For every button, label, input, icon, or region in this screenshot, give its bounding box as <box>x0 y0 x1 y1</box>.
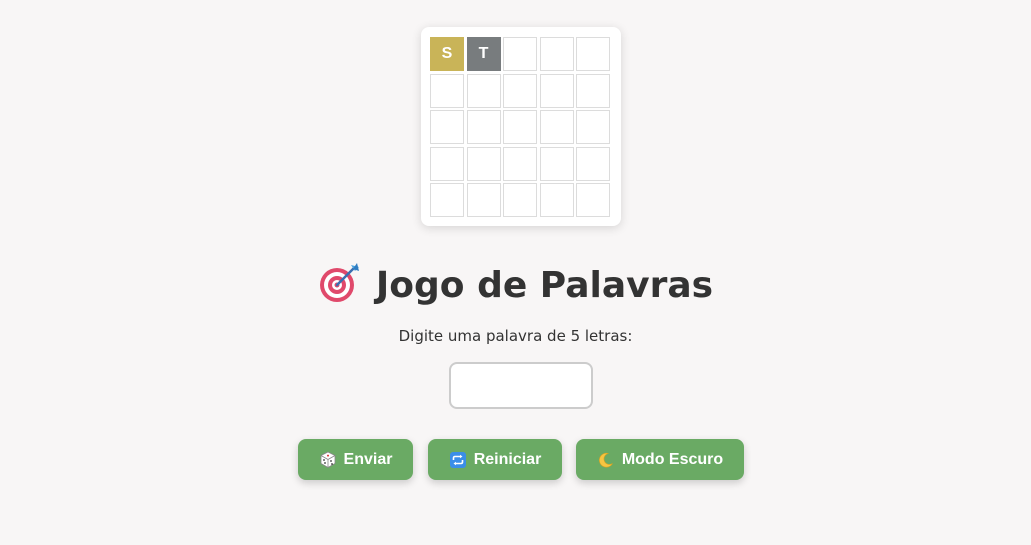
word-prompt: Digite uma palavra de 5 letras: <box>398 327 633 345</box>
grid-cell <box>576 183 610 217</box>
crescent-moon-icon <box>598 452 613 467</box>
restart-button[interactable]: Reiniciar <box>428 439 562 480</box>
grid-cell <box>466 183 501 217</box>
game-die-icon <box>320 451 335 468</box>
grid-cell <box>576 37 610 71</box>
grid-cell <box>430 73 464 108</box>
submit-label: Enviar <box>343 450 393 468</box>
grid-cell: T <box>466 37 501 71</box>
grid-cell <box>466 146 501 181</box>
direct-hit-target-icon <box>319 263 359 302</box>
submit-button[interactable]: Enviar <box>298 439 413 480</box>
restart-label: Reiniciar <box>473 450 542 468</box>
grid-cell <box>539 37 574 71</box>
grid-cell <box>503 146 537 181</box>
grid-cell <box>539 73 574 108</box>
game-board: ST <box>421 27 621 226</box>
grid-cell <box>503 37 537 71</box>
grid-cell <box>539 110 574 144</box>
page-title: Jogo de Palavras <box>0 262 1031 309</box>
grid-cell <box>430 183 464 217</box>
grid-cell <box>576 110 610 144</box>
grid-cell <box>539 183 574 217</box>
grid-cell <box>503 73 537 108</box>
grid-cell <box>430 110 464 144</box>
word-input[interactable] <box>449 362 593 409</box>
grid-cell <box>576 146 610 181</box>
grid-cell <box>466 73 501 108</box>
dark-mode-label: Modo Escuro <box>621 450 724 468</box>
grid-cell <box>503 110 537 144</box>
grid-cell <box>503 183 537 217</box>
dark-mode-button[interactable]: Modo Escuro <box>576 439 744 480</box>
grid-cell <box>466 110 501 144</box>
title-text: Jogo de Palavras <box>375 265 714 306</box>
grid-cell <box>430 146 464 181</box>
grid-cell: S <box>430 37 464 71</box>
grid-cell <box>539 146 574 181</box>
grid-cell <box>576 73 610 108</box>
repeat-arrows-icon <box>449 451 466 468</box>
letter-grid: ST <box>430 37 610 217</box>
